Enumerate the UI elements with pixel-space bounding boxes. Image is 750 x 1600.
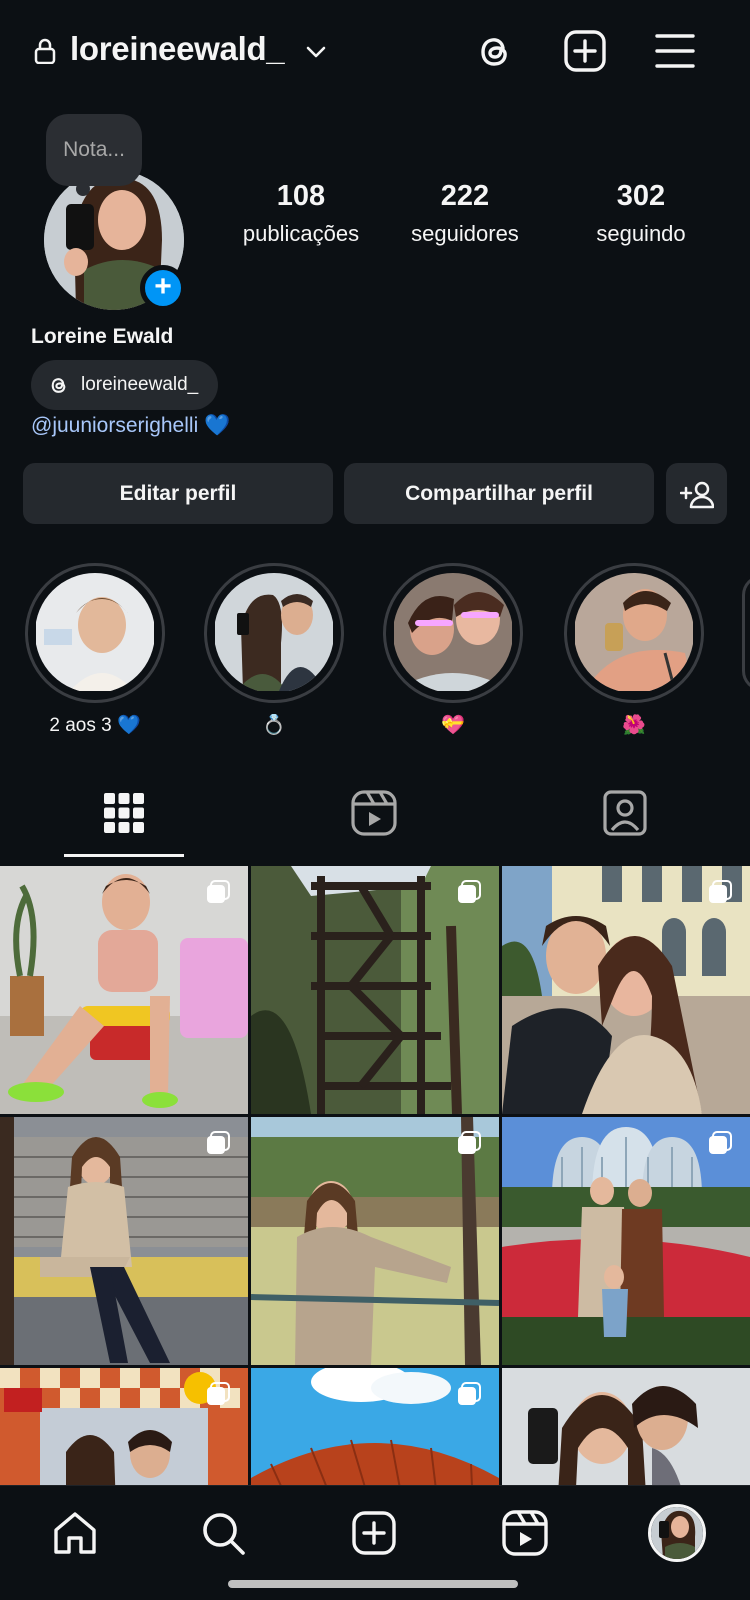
highlight-item[interactable]: 💝 [383,563,523,737]
stat-number: 222 [440,180,490,212]
highlight-item[interactable]: 💍 [204,563,344,737]
stat-label: seguidores [411,221,519,246]
stat-posts[interactable]: 108 publicações [231,180,371,247]
display-name: Loreine Ewald [31,325,174,348]
post-thumbnail[interactable] [0,866,248,1114]
highlight-label: 💍 [262,715,286,736]
highlight-cover [214,573,334,693]
bio-mention-link[interactable]: @juuniorserighelli [31,414,198,437]
threads-badge[interactable]: loreineewald_ [31,360,219,410]
multi-photo-icon [207,1382,230,1405]
highlight-label: 🌺 [622,715,646,736]
multi-photo-icon [207,1131,230,1154]
top-bar: loreineewald_ [0,18,750,86]
stat-following[interactable]: 302 seguindo [571,180,711,247]
profile-avatar[interactable] [648,1504,706,1562]
share-profile-button[interactable]: Compartilhar perfil [344,463,654,524]
posts-grid-icon[interactable] [99,788,149,838]
highlight-cover [393,573,513,693]
highlight-cover [35,573,155,693]
discover-people-button[interactable] [666,463,727,524]
highlight-label: 2 aos 3 💙 [49,715,141,736]
threads-icon[interactable] [472,28,518,74]
highlight-cover [574,573,694,693]
add-person-icon [679,481,714,508]
chevron-down-icon[interactable] [304,40,328,64]
create-icon[interactable] [349,1508,399,1558]
multi-photo-icon [709,880,732,903]
tagged-icon[interactable] [600,788,650,838]
active-tab-indicator [64,854,184,857]
stat-number: 108 [276,180,326,212]
profile-page: loreineewald_ + Nota... 108 publicações … [0,0,750,1600]
post-thumbnail[interactable] [502,866,750,1114]
highlight-label: 💝 [441,715,465,736]
multi-photo-icon [458,1131,481,1154]
stat-number: 302 [616,180,666,212]
note-placeholder: Nota... [63,138,125,161]
stat-label: seguindo [596,221,686,246]
post-thumbnail[interactable] [251,866,499,1114]
lock-icon [34,38,56,64]
post-thumbnail[interactable] [502,1117,750,1365]
highlight-item-partial[interactable] [742,575,750,691]
stat-followers[interactable]: 222 seguidores [395,180,535,247]
threads-handle: loreineewald_ [81,374,199,395]
stat-label: publicações [242,221,360,246]
post-thumbnail[interactable] [0,1117,248,1365]
note-bubble[interactable]: Nota... [46,114,142,196]
multi-photo-icon [458,1382,481,1405]
account-username[interactable]: loreineewald_ [70,30,285,68]
search-icon[interactable] [198,1508,248,1558]
home-icon[interactable] [50,1508,100,1558]
new-post-icon[interactable] [562,28,608,74]
bio-line: @juuniorserighelli 💙 [31,414,230,438]
home-indicator [228,1580,518,1588]
reels-icon[interactable] [349,788,399,838]
post-thumbnail[interactable] [251,1117,499,1365]
highlight-item[interactable]: 2 aos 3 💙 [25,563,165,737]
menu-icon[interactable] [652,28,698,74]
edit-profile-button[interactable]: Editar perfil [23,463,333,524]
reels-icon[interactable] [500,1508,550,1558]
add-story-button[interactable]: + [140,265,186,311]
threads-icon [51,378,66,393]
multi-photo-icon [709,1131,732,1154]
bio-emoji: 💙 [204,414,231,437]
highlight-item[interactable]: 🌺 [564,563,704,737]
multi-photo-icon [458,880,481,903]
multi-photo-icon [207,880,230,903]
